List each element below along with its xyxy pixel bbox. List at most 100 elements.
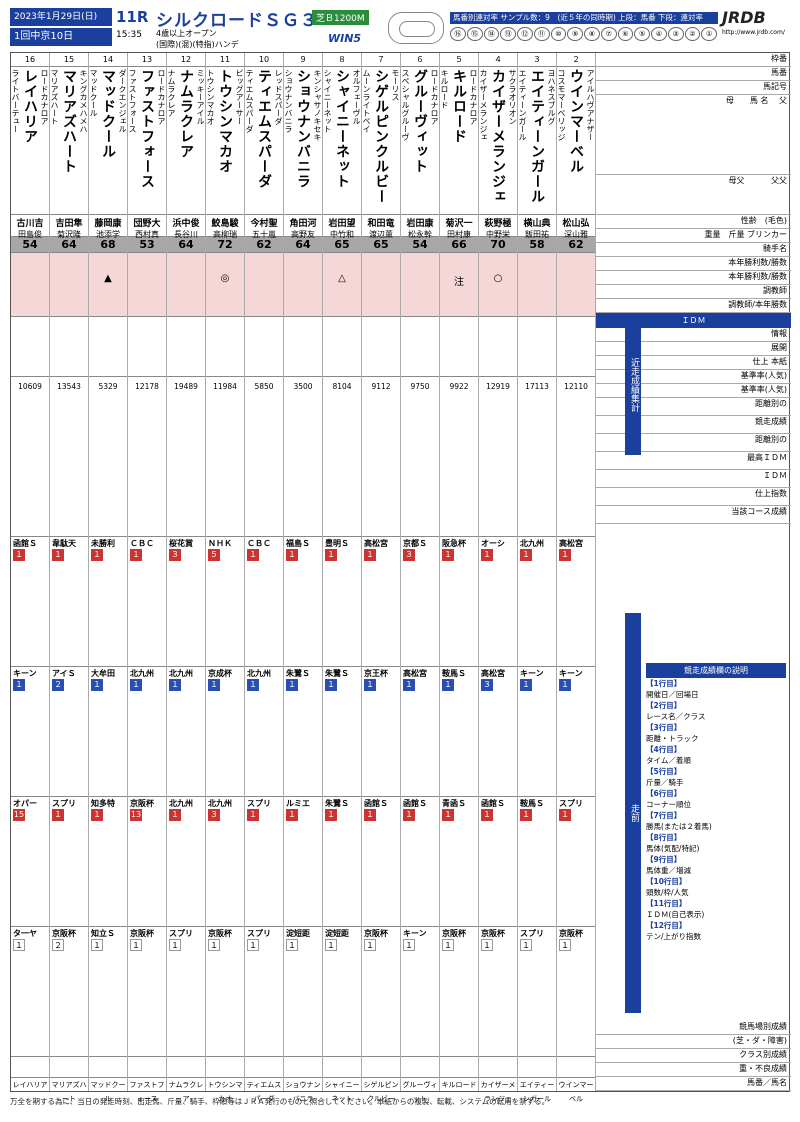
past-race-4[interactable]: 京阪杯 １ [479,927,517,1057]
past-race-2[interactable]: 大牟田 １ [89,667,127,797]
past-race-2[interactable]: 高松宮 １ [401,667,439,797]
past-race-3[interactable]: 京阪杯 13 [128,797,166,927]
past-race-1[interactable]: 高松宮 １ [557,537,595,667]
past-race-4[interactable]: 京阪杯 １ [206,927,244,1057]
horse-name[interactable]: ショウナンバニラ [295,69,311,214]
past-race-3[interactable]: 鞍馬Ｓ １ [518,797,556,927]
horse-column[interactable]: ４ サクラオリオン カイザーメランジェ カイザーメランジェ 萩野極 中野栄 70… [479,53,518,1103]
jockey-name[interactable]: 浜中俊 [167,216,205,229]
horse-name[interactable]: ウインマーベル [568,69,584,214]
past-race-1[interactable]: オーシ １ [479,537,517,667]
horse-column[interactable]: 15 キングカメハメハ マリアズハート マリアズハート 吉田隼 菊沢隆 64 1… [50,53,89,1103]
horse-column[interactable]: ３ ヨハネスブルグ エイティーンガール エイティーンガール 横山典 飯田祐 58… [518,53,557,1103]
past-race-3[interactable]: 函館Ｓ １ [362,797,400,927]
past-race-2[interactable]: キーン １ [518,667,556,797]
past-race-1[interactable]: 函館Ｓ １ [11,537,49,667]
horse-name[interactable]: ティエムスパーダ [256,69,272,214]
horse-name[interactable]: トウシンマカオ [217,69,233,214]
jockey-name[interactable]: 今村聖 [245,216,283,229]
jockey-name[interactable]: 横山典 [518,216,556,229]
past-race-4[interactable]: 京阪杯 １ [440,927,478,1057]
horse-column[interactable]: ５ ロードカナロア キルロード キルロード 菊沢一 田村康 66 注 9922 … [440,53,479,1091]
past-race-3[interactable]: スプリ １ [245,797,283,927]
past-race-4[interactable]: 京阪杯 ２ [50,927,88,1057]
past-race-4[interactable]: 淀短距 １ [284,927,322,1057]
horse-name[interactable]: ファストフォース [139,69,155,214]
horse-column[interactable]: 12 ミッキーアイル ナムラクレア ナムラクレア 浜中俊 長谷川 64 1948… [167,53,206,1103]
past-race-1[interactable]: 未勝利 １ [89,537,127,667]
past-race-2[interactable]: 京成杯 １ [206,667,244,797]
past-race-3[interactable]: 函館Ｓ １ [401,797,439,927]
horse-column[interactable]: 11 ビッグアーサー トウシンマカオ トウシンマカオ 鮫島駿 高柳瑞 72 ◎ … [206,53,245,1103]
jockey-name[interactable]: 菊沢一 [440,216,478,229]
jockey-name[interactable]: 角田河 [284,216,322,229]
horse-column[interactable]: ９ キンシャサノキセキ ショウナンバニラ ショウナンバニラ 角田河 高野友 64… [284,53,323,1103]
past-race-3[interactable]: スプリ １ [50,797,88,927]
past-race-3[interactable]: 青函Ｓ １ [440,797,478,927]
horse-name[interactable]: マッドクール [100,69,116,214]
past-race-4[interactable]: スプリ １ [518,927,556,1057]
jockey-name[interactable]: 藤岡康 [89,216,127,229]
jockey-name[interactable]: 吉田隼 [50,216,88,229]
past-race-1[interactable]: 韋駄天 １ [50,537,88,667]
past-race-4[interactable]: 知立Ｓ １ [89,927,127,1057]
past-race-3[interactable]: オパー 15 [11,797,49,927]
past-race-1[interactable]: 豊明Ｓ １ [323,537,361,667]
past-race-3[interactable]: スプリ １ [557,797,595,927]
horse-name[interactable]: シゲルピンクルビー [373,69,389,214]
horse-name[interactable]: マリアズハート [61,69,77,214]
past-race-3[interactable]: ルミエ １ [284,797,322,927]
past-race-2[interactable]: 朱鷺Ｓ １ [284,667,322,797]
past-race-4[interactable]: スプリ １ [245,927,283,1057]
horse-name[interactable]: レイハリア [22,69,38,214]
past-race-3[interactable]: 北九州 ３ [206,797,244,927]
past-race-1[interactable]: 高松宮 １ [362,537,400,667]
past-race-1[interactable]: 桜花賞 ３ [167,537,205,667]
past-race-1[interactable]: 福島Ｓ １ [284,537,322,667]
past-race-4[interactable]: 京阪杯 １ [128,927,166,1057]
jockey-name[interactable]: 萩野極 [479,216,517,229]
past-race-2[interactable]: 鞍馬Ｓ １ [440,667,478,797]
horse-column[interactable]: ６ ロードカナロア グルーヴィット スペシャルグルーヴ 岩田康 松永幹 54 9… [401,53,440,1103]
horse-name[interactable]: エイティーンガール [529,69,545,214]
horse-column[interactable]: 13 ロードカナロア ファストフォース ファストフォース 団野大 西村真 53 … [128,53,167,1103]
horse-column[interactable]: 14 ダークエンジェル マッドクール マッドクール 藤岡康 池添学 68 ▲ 5… [89,53,128,1103]
past-race-4[interactable]: タ一ヤ １ [11,927,49,1057]
horse-column[interactable]: ２ アイルハヴアナザー ウインマーベル コスモマーベリッジ 松山弘 深山雅 62… [557,53,596,1103]
horse-name[interactable]: キルロード [451,69,467,214]
horse-column[interactable]: ７ モーリス シゲルピンクルビー ムーンライトベイ 和田竜 渡辺薫 65 911… [362,53,401,1103]
past-race-2[interactable]: 京王杯 １ [362,667,400,797]
horse-name[interactable]: シャイニーネット [334,69,350,214]
jockey-name[interactable]: 岩田康 [401,216,439,229]
past-race-3[interactable]: 朱鷺Ｓ １ [323,797,361,927]
past-race-2[interactable]: アイＳ ２ [50,667,88,797]
past-race-2[interactable]: 朱鷺Ｓ １ [323,667,361,797]
past-race-4[interactable]: 京阪杯 １ [362,927,400,1057]
horse-name[interactable]: ナムラクレア [178,69,194,214]
horse-column[interactable]: 10 レッドスパーダ ティエムスパーダ ティエムスパーダ 今村聖 五十嵐 62 … [245,53,284,1103]
horse-name[interactable]: グルーヴィット [412,69,428,214]
past-race-4[interactable]: 淀短距 １ [323,927,361,1057]
past-race-4[interactable]: キーン １ [401,927,439,1057]
past-race-1[interactable]: 阪急杯 １ [440,537,478,667]
past-race-2[interactable]: 北九州 １ [245,667,283,797]
past-race-4[interactable]: 京阪杯 １ [557,927,595,1057]
horse-name[interactable]: カイザーメランジェ [490,69,506,214]
horse-column[interactable]: ８ オルフェーヴル シャイニーネット シャイニーネット 岩田望 中竹和 65 △… [323,53,362,1103]
past-race-1[interactable]: ＮＨＫ ５ [206,537,244,667]
jockey-name[interactable]: 団野大 [128,216,166,229]
past-race-2[interactable]: 北九州 １ [128,667,166,797]
past-race-3[interactable]: 函館Ｓ １ [479,797,517,927]
jockey-name[interactable]: 岩田望 [323,216,361,229]
past-race-1[interactable]: 北九州 １ [518,537,556,667]
past-race-1[interactable]: ＣＢＣ １ [245,537,283,667]
jockey-name[interactable]: 古川吉 [11,216,49,229]
horse-column[interactable]: 16 ロードカナロア レイハリア ライトバーテュー 古川吉 田島俊 54 106… [11,53,50,1091]
jockey-name[interactable]: 和田竜 [362,216,400,229]
past-race-2[interactable]: キーン １ [11,667,49,797]
past-race-2[interactable]: 高松宮 ３ [479,667,517,797]
jockey-name[interactable]: 鮫島駿 [206,216,244,229]
past-race-2[interactable]: 北九州 １ [167,667,205,797]
jockey-name[interactable]: 松山弘 [557,216,595,229]
past-race-2[interactable]: キーン １ [557,667,595,797]
